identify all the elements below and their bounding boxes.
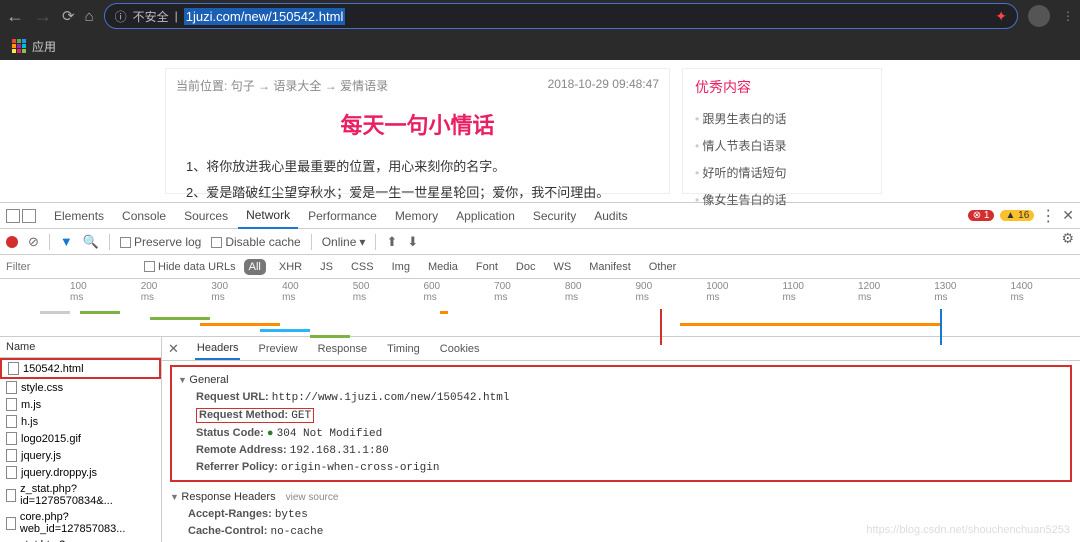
watermark: https://blog.csdn.net/shouchenchuan5253: [866, 524, 1070, 536]
forward-button[interactable]: →: [34, 6, 52, 27]
reload-button[interactable]: ⟳: [62, 7, 75, 25]
settings-gear-icon[interactable]: ⚙: [1061, 230, 1074, 247]
filter-other[interactable]: Other: [644, 259, 682, 275]
request-item[interactable]: jquery.droppy.js: [0, 464, 161, 481]
general-section: General Request URL: http://www.1juzi.co…: [170, 365, 1072, 482]
devtools-close-icon[interactable]: ✕: [1062, 207, 1074, 224]
request-item[interactable]: 150542.html: [0, 358, 161, 379]
bookmark-star-icon[interactable]: ✦: [995, 8, 1007, 25]
filter-doc[interactable]: Doc: [511, 259, 541, 275]
filter-manifest[interactable]: Manifest: [584, 259, 636, 275]
response-headers-header[interactable]: Response Headersview source: [170, 488, 1072, 506]
network-main: Name 150542.html style.css m.js h.js log…: [0, 337, 1080, 542]
filter-bar: Hide data URLs All XHR JS CSS Img Media …: [0, 255, 1080, 279]
tab-application[interactable]: Application: [448, 204, 523, 228]
preserve-log-checkbox[interactable]: Preserve log: [120, 235, 201, 249]
dock-icon[interactable]: [6, 209, 20, 223]
publish-time: 2018-10-29 09:48:47: [548, 77, 659, 94]
request-item[interactable]: core.php?web_id=127857083...: [0, 509, 161, 537]
article-body: 1、将你放进我心里最重要的位置，用心来刻你的名字。 2、爱是踏破红尘望穿秋水；爱…: [176, 154, 659, 206]
file-icon: [6, 489, 16, 502]
file-icon: [6, 449, 17, 462]
tab-elements[interactable]: Elements: [46, 204, 112, 228]
file-icon: [6, 415, 17, 428]
sidebar-item[interactable]: 跟男生表白的话: [695, 105, 869, 132]
request-detail: ✕ Headers Preview Response Timing Cookie…: [162, 337, 1080, 542]
breadcrumb: 当前位置: 句子 → 语录大全 → 爱情语录: [176, 77, 388, 94]
profile-avatar[interactable]: [1028, 5, 1050, 27]
clear-icon[interactable]: ⊘: [28, 234, 39, 250]
request-item[interactable]: z_stat.php?id=1278570834&...: [0, 481, 161, 509]
info-icon[interactable]: ⓘ: [115, 8, 127, 25]
search-icon[interactable]: 🔍: [83, 234, 99, 250]
bookmarks-bar: 应用: [0, 32, 1080, 60]
filter-css[interactable]: CSS: [346, 259, 379, 275]
request-item[interactable]: stat.htm?id=1278570834&r=h...: [0, 537, 161, 542]
url-text[interactable]: 1juzi.com/new/150542.html: [184, 8, 346, 25]
file-icon: [6, 398, 17, 411]
filter-media[interactable]: Media: [423, 259, 463, 275]
file-icon: [8, 362, 19, 375]
sidebar-panel: 优秀内容 跟男生表白的话 情人节表白语录 好听的情话短句 像女生告白的话: [682, 68, 882, 194]
page-viewport: 当前位置: 句子 → 语录大全 → 爱情语录 2018-10-29 09:48:…: [0, 60, 1080, 202]
quote-line: 1、将你放进我心里最重要的位置，用心来刻你的名字。: [186, 154, 649, 180]
filter-input[interactable]: [6, 261, 136, 273]
download-icon[interactable]: ⬇: [407, 234, 418, 250]
request-item[interactable]: logo2015.gif: [0, 430, 161, 447]
back-button[interactable]: ←: [6, 6, 24, 27]
file-icon: [6, 466, 17, 479]
dock-controls[interactable]: [6, 209, 36, 223]
request-item[interactable]: style.css: [0, 379, 161, 396]
request-item[interactable]: jquery.js: [0, 447, 161, 464]
devtools-tabbar: Elements Console Sources Network Perform…: [0, 203, 1080, 229]
filter-font[interactable]: Font: [471, 259, 503, 275]
tab-memory[interactable]: Memory: [387, 204, 446, 228]
tab-sources[interactable]: Sources: [176, 204, 236, 228]
throttle-select[interactable]: Online ▾: [322, 235, 366, 249]
sidebar-title: 优秀内容: [695, 77, 869, 97]
tab-audits[interactable]: Audits: [586, 204, 635, 228]
insecure-label: 不安全: [133, 8, 169, 25]
network-timeline[interactable]: 100 ms 200 ms 300 ms 400 ms 500 ms 600 m…: [0, 279, 1080, 337]
disable-cache-checkbox[interactable]: Disable cache: [211, 235, 300, 249]
warning-badge[interactable]: 16: [1000, 210, 1034, 221]
hide-data-urls-checkbox[interactable]: Hide data URLs: [144, 261, 236, 273]
tab-security[interactable]: Security: [525, 204, 584, 228]
upload-icon[interactable]: ⬆: [386, 234, 397, 250]
sidebar-item[interactable]: 情人节表白语录: [695, 132, 869, 159]
tab-console[interactable]: Console: [114, 204, 174, 228]
request-item[interactable]: m.js: [0, 396, 161, 413]
apps-icon[interactable]: [12, 39, 26, 53]
inspect-icon[interactable]: [22, 209, 36, 223]
filter-js[interactable]: JS: [315, 259, 338, 275]
sidebar-item[interactable]: 好听的情话短句: [695, 159, 869, 186]
filter-img[interactable]: Img: [387, 259, 415, 275]
general-header[interactable]: General: [178, 371, 1064, 389]
page-title: 每天一句小情话: [176, 108, 659, 140]
file-icon: [6, 381, 17, 394]
request-item[interactable]: h.js: [0, 413, 161, 430]
view-source-link[interactable]: view source: [286, 492, 339, 503]
filter-icon[interactable]: ▼: [60, 234, 73, 249]
devtools-menu-icon[interactable]: ⋮: [1040, 206, 1056, 226]
file-icon: [6, 517, 16, 530]
home-button[interactable]: ⌂: [85, 8, 94, 25]
filter-xhr[interactable]: XHR: [274, 259, 307, 275]
file-icon: [6, 432, 17, 445]
network-toolbar: ⊘ ▼ 🔍 Preserve log Disable cache Online …: [0, 229, 1080, 255]
record-button[interactable]: [6, 236, 18, 248]
filter-all[interactable]: All: [244, 259, 266, 275]
request-list: Name 150542.html style.css m.js h.js log…: [0, 337, 162, 542]
article-panel: 当前位置: 句子 → 语录大全 → 爱情语录 2018-10-29 09:48:…: [165, 68, 670, 194]
menu-icon[interactable]: ⋮: [1062, 9, 1074, 23]
error-badge[interactable]: 1: [968, 210, 995, 221]
browser-toolbar: ← → ⟳ ⌂ ⓘ 不安全 | 1juzi.com/new/150542.htm…: [0, 0, 1080, 32]
tab-performance[interactable]: Performance: [300, 204, 385, 228]
address-bar[interactable]: ⓘ 不安全 | 1juzi.com/new/150542.html ✦: [104, 3, 1018, 29]
apps-label[interactable]: 应用: [32, 38, 56, 55]
devtools-panel: Elements Console Sources Network Perform…: [0, 202, 1080, 542]
tab-network[interactable]: Network: [238, 203, 298, 229]
filter-ws[interactable]: WS: [548, 259, 576, 275]
sidebar-list: 跟男生表白的话 情人节表白语录 好听的情话短句 像女生告白的话: [695, 105, 869, 213]
